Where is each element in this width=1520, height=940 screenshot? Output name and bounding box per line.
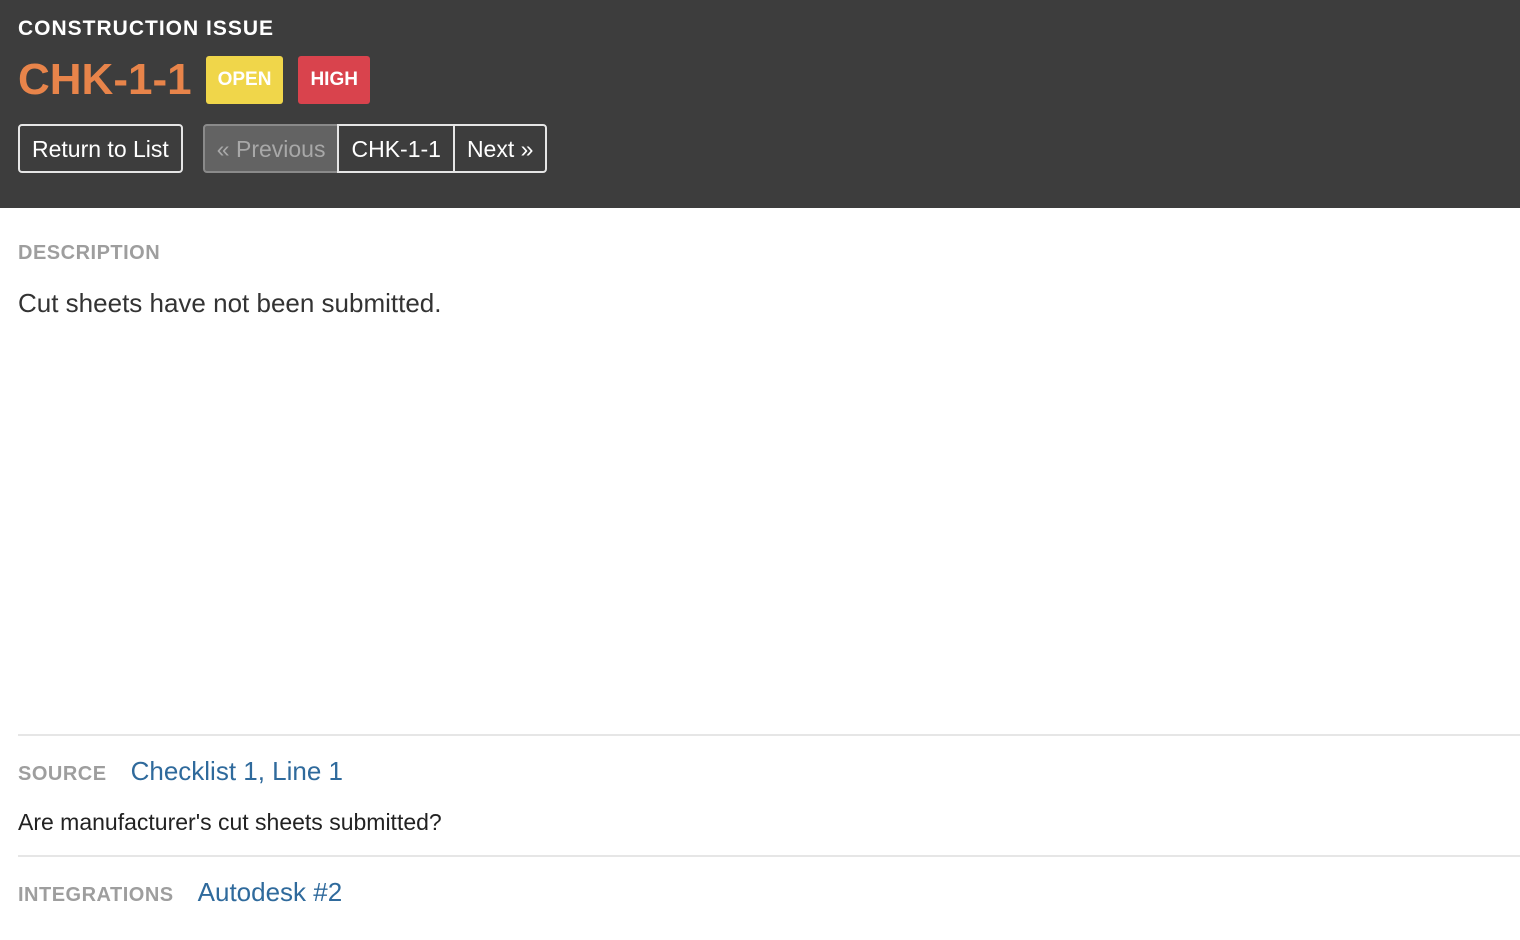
return-to-list-button[interactable]: Return to List — [18, 124, 183, 173]
integrations-row: INTEGRATIONS Autodesk #2 — [18, 877, 1520, 908]
issue-pager: « Previous CHK-1-1 Next » — [202, 124, 548, 173]
nav-row: Return to List « Previous CHK-1-1 Next » — [18, 124, 1502, 173]
current-issue-button[interactable]: CHK-1-1 — [337, 124, 455, 173]
issue-content: DESCRIPTION Cut sheets have not been sub… — [0, 242, 1520, 318]
source-link[interactable]: Checklist 1, Line 1 — [131, 756, 343, 787]
source-row: SOURCE Checklist 1, Line 1 — [18, 756, 1520, 787]
divider — [18, 734, 1520, 736]
priority-badge: HIGH — [298, 56, 370, 104]
integrations-label: INTEGRATIONS — [18, 884, 174, 906]
next-button[interactable]: Next » — [452, 124, 548, 173]
description-text: Cut sheets have not been submitted. — [18, 288, 442, 318]
page-kicker: CONSTRUCTION ISSUE — [18, 17, 275, 40]
divider — [18, 855, 1520, 857]
status-badge: OPEN — [205, 56, 284, 104]
source-question: Are manufacturer's cut sheets submitted? — [18, 809, 442, 835]
previous-button[interactable]: « Previous — [202, 124, 340, 173]
description-label: DESCRIPTION — [18, 242, 161, 264]
source-label: SOURCE — [18, 763, 107, 785]
integration-link[interactable]: Autodesk #2 — [198, 877, 343, 908]
issue-id-title: CHK-1-1 — [18, 55, 192, 104]
title-row: CHK-1-1 OPEN HIGH — [18, 56, 1502, 104]
source-section: SOURCE Checklist 1, Line 1 Are manufactu… — [18, 734, 1520, 908]
issue-header: CONSTRUCTION ISSUE CHK-1-1 OPEN HIGH Ret… — [0, 0, 1520, 208]
